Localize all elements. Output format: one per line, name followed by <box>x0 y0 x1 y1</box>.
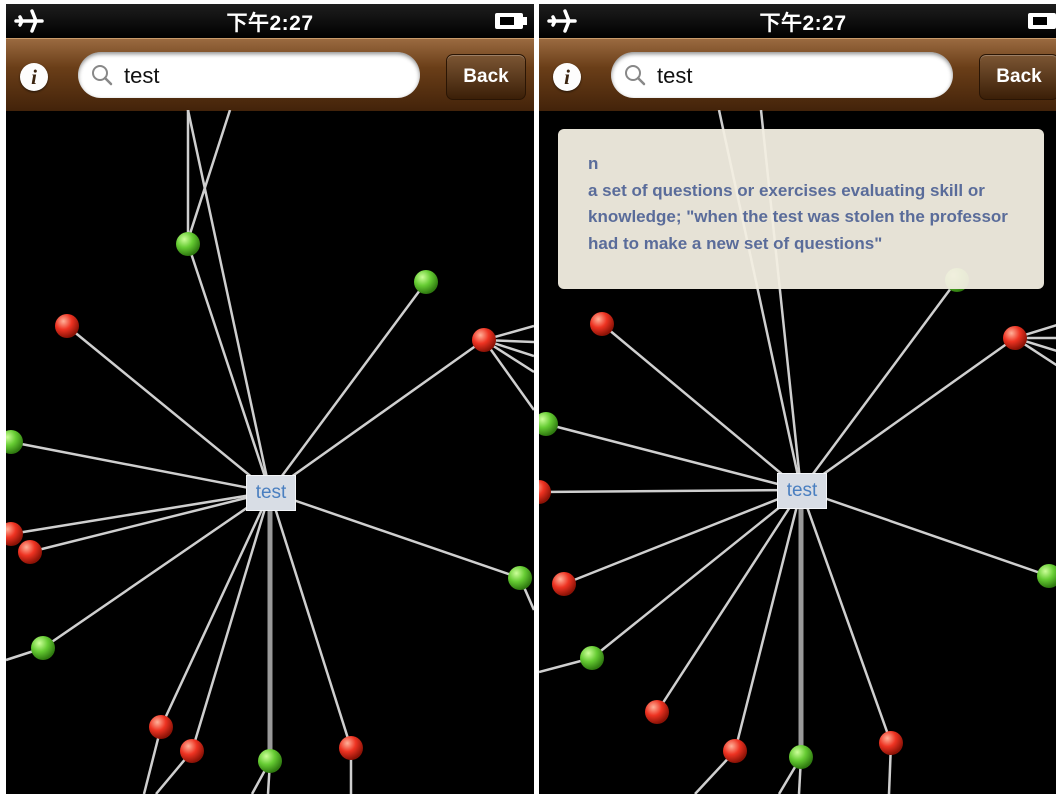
graph-node[interactable] <box>580 646 604 670</box>
graph-node[interactable] <box>6 522 23 546</box>
nav-bar: i test Back <box>539 38 1056 111</box>
graph-node[interactable] <box>1003 326 1027 350</box>
graph-edges <box>6 109 534 794</box>
graph-node[interactable] <box>55 314 79 338</box>
graph-node[interactable] <box>645 700 669 724</box>
center-word-node[interactable]: test <box>246 475 296 511</box>
phone-screen-right: 下午2:27 i test Back test n a set of quest… <box>539 4 1056 794</box>
definition-part-of-speech: n <box>588 154 599 173</box>
graph-node[interactable] <box>552 572 576 596</box>
definition-text: a set of questions or exercises evaluati… <box>588 180 1008 253</box>
info-button[interactable]: i <box>553 63 581 91</box>
graph-node[interactable] <box>508 566 532 590</box>
graph-node[interactable] <box>789 745 813 769</box>
graph-node[interactable] <box>723 739 747 763</box>
graph-node[interactable] <box>339 736 363 760</box>
graph-node[interactable] <box>539 480 551 504</box>
search-input[interactable]: test <box>78 52 420 98</box>
status-time: 下午2:27 <box>759 12 847 35</box>
search-input[interactable]: test <box>611 52 953 98</box>
center-word-node[interactable]: test <box>777 473 827 509</box>
battery-icon <box>495 13 527 29</box>
phone-screen-left: 下午2:27 i test Back test <box>6 4 534 794</box>
graph-node[interactable] <box>414 270 438 294</box>
search-icon <box>92 65 113 86</box>
status-bar: 下午2:27 <box>539 4 1056 38</box>
graph-node[interactable] <box>258 749 282 773</box>
status-time: 下午2:27 <box>226 12 314 35</box>
back-button[interactable]: Back <box>979 54 1056 100</box>
search-value: test <box>124 63 160 88</box>
word-graph: test <box>6 109 534 794</box>
graph-node[interactable] <box>6 430 23 454</box>
graph-node[interactable] <box>180 739 204 763</box>
graph-node[interactable] <box>31 636 55 660</box>
nav-bar: i test Back <box>6 38 534 111</box>
graph-node[interactable] <box>472 328 496 352</box>
back-button[interactable]: Back <box>446 54 526 100</box>
graph-node[interactable] <box>539 412 558 436</box>
graph-node[interactable] <box>590 312 614 336</box>
graph-node[interactable] <box>176 232 200 256</box>
graph-node[interactable] <box>18 540 42 564</box>
search-icon <box>625 65 646 86</box>
battery-icon <box>1028 13 1056 29</box>
search-value: test <box>657 63 693 88</box>
status-bar: 下午2:27 <box>6 4 534 38</box>
graph-node[interactable] <box>879 731 903 755</box>
info-button[interactable]: i <box>20 63 48 91</box>
definition-popup[interactable]: n a set of questions or exercises evalua… <box>558 129 1044 289</box>
graph-node[interactable] <box>1037 564 1056 588</box>
graph-node[interactable] <box>149 715 173 739</box>
